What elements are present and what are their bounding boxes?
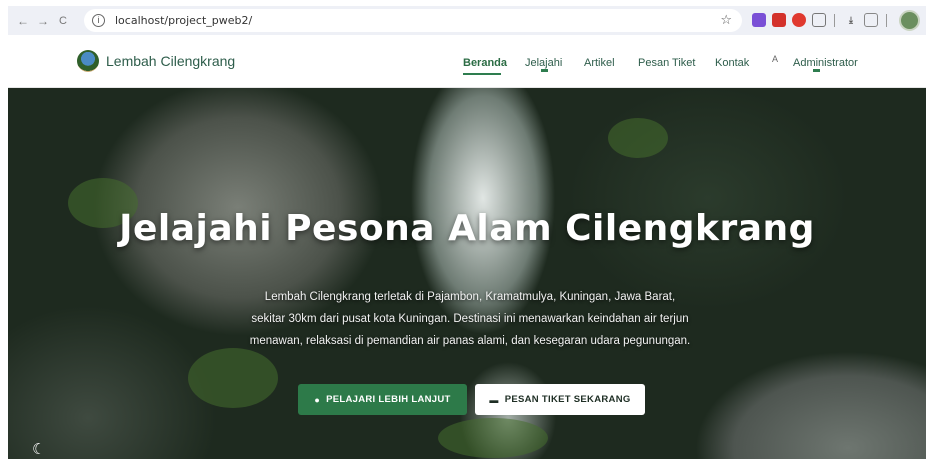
address-bar[interactable]: i localhost/project_pweb2/ ☆ xyxy=(84,9,742,32)
nav-active-underline xyxy=(463,73,501,75)
learn-more-button[interactable]: ● PELAJARI LEBIH LANJUT xyxy=(298,384,467,415)
dark-mode-toggle-icon[interactable]: ☾ xyxy=(32,440,45,458)
ticket-icon: ▬ xyxy=(489,394,499,405)
extension-red-icon[interactable] xyxy=(792,13,806,27)
nav-beranda[interactable]: Beranda xyxy=(463,57,507,69)
hero-moss xyxy=(438,418,548,458)
url-text[interactable]: localhost/project_pweb2/ xyxy=(115,14,252,27)
brand-link[interactable]: Lembah Cilengkrang xyxy=(77,50,235,72)
nav-administrator[interactable]: Administrator xyxy=(793,57,858,69)
info-circle-icon: ● xyxy=(314,394,321,405)
book-ticket-button[interactable]: ▬ PESAN TIKET SEKARANG xyxy=(475,384,645,415)
site-navbar: Lembah Cilengkrang Beranda Jelajahi Arti… xyxy=(8,35,926,88)
toolbar-divider xyxy=(834,14,835,27)
profile-avatar[interactable] xyxy=(899,10,920,31)
site-info-icon[interactable]: i xyxy=(92,14,105,27)
pdf-extension-icon[interactable] xyxy=(772,13,786,27)
hero-moss xyxy=(608,118,668,158)
hero-title: Jelajahi Pesona Alam Cilengkrang xyxy=(119,208,815,249)
nav-kontak[interactable]: Kontak xyxy=(715,57,749,69)
nav-artikel[interactable]: Artikel xyxy=(584,57,615,69)
brand-name: Lembah Cilengkrang xyxy=(106,53,236,69)
nav-pesan-tiket[interactable]: Pesan Tiket xyxy=(638,57,695,69)
dropdown-indicator xyxy=(813,69,820,72)
toolbar-divider xyxy=(886,14,887,27)
brand-logo xyxy=(77,50,99,72)
forward-icon[interactable]: → xyxy=(34,14,52,28)
hero-description: Lembah Cilengkrang terletak di Pajambon,… xyxy=(249,291,691,347)
learn-more-label: PELAJARI LEBIH LANJUT xyxy=(326,394,451,405)
extension-purple-icon[interactable] xyxy=(752,13,766,27)
extensions-puzzle-icon[interactable] xyxy=(812,13,826,27)
reload-icon[interactable]: C xyxy=(54,15,72,27)
tab-search-icon[interactable] xyxy=(864,13,878,27)
nav-jelajahi[interactable]: Jelajahi xyxy=(525,57,562,69)
bookmark-star-icon[interactable]: ☆ xyxy=(720,12,732,28)
admin-avatar-alt: A xyxy=(772,54,779,64)
hero-section: Jelajahi Pesona Alam Cilengkrang Lembah … xyxy=(8,88,926,459)
hero-moss xyxy=(188,348,278,408)
browser-toolbar: ← → C i localhost/project_pweb2/ ☆ ⤓ xyxy=(8,6,926,35)
back-icon[interactable]: ← xyxy=(14,14,32,28)
download-icon[interactable]: ⤓ xyxy=(844,13,858,27)
book-ticket-label: PESAN TIKET SEKARANG xyxy=(504,394,631,405)
dropdown-indicator xyxy=(541,69,548,72)
